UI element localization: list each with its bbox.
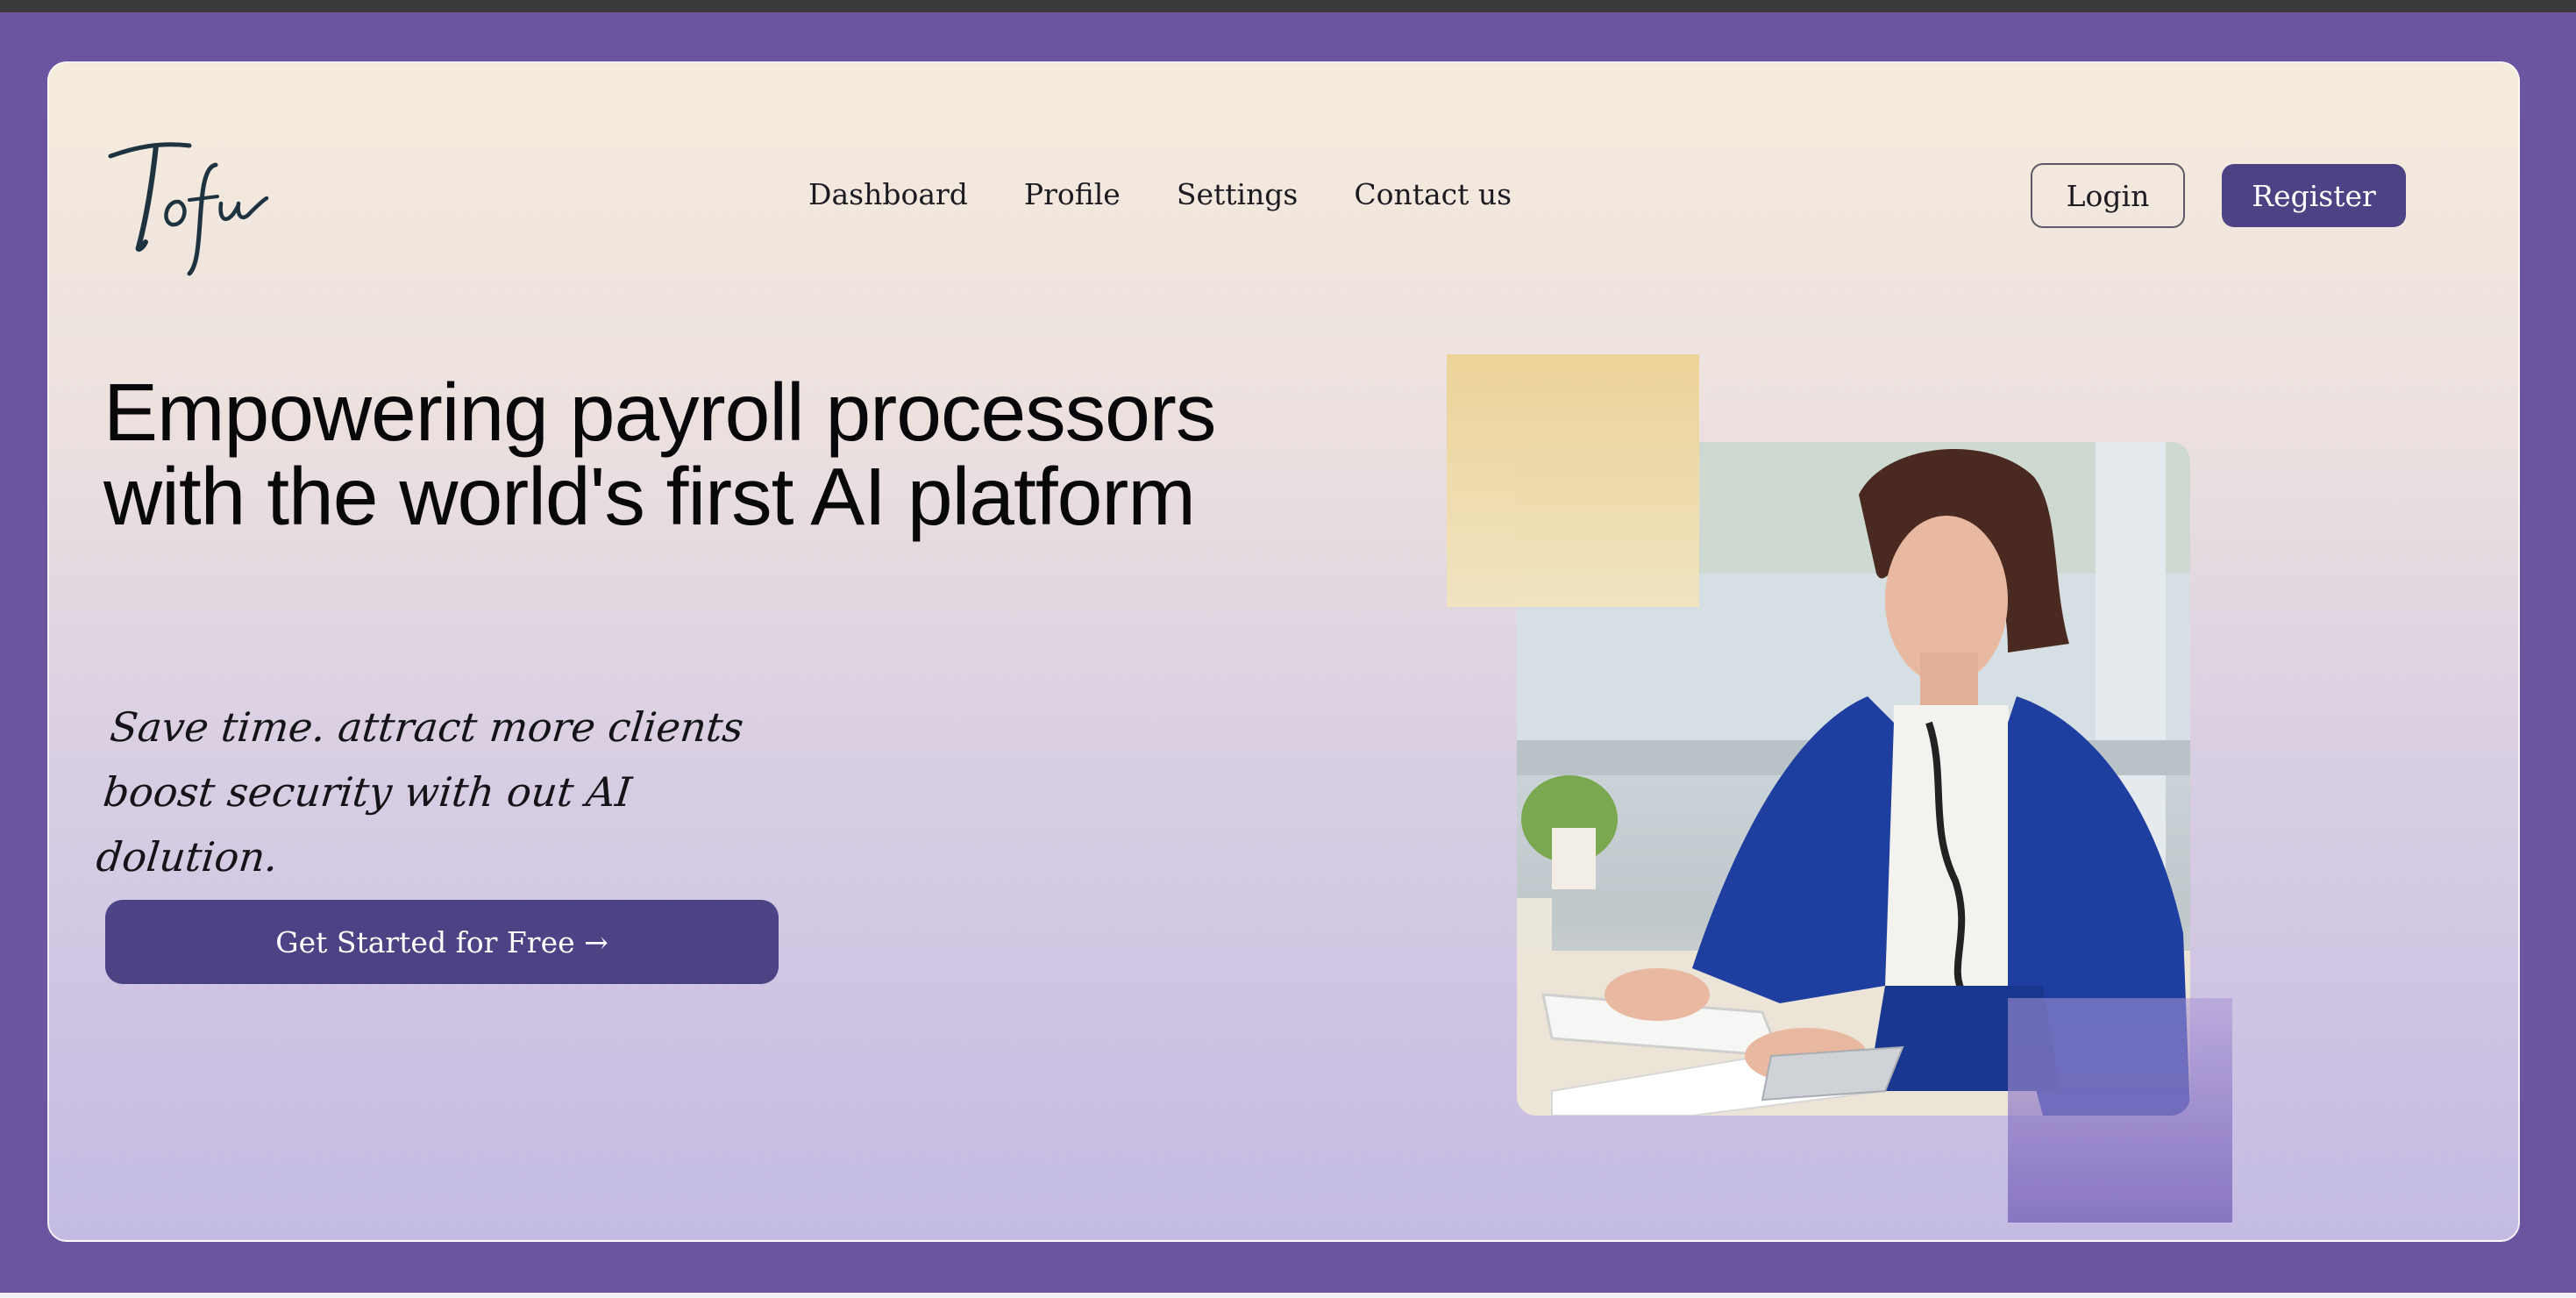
decorative-lavender-square [2008,998,2232,1223]
get-started-button[interactable]: Get Started for Free → [105,900,779,984]
decorative-gold-square [1447,354,1699,607]
nav-item-contact-us[interactable]: Contact us [1354,177,1512,211]
browser-top-bar [0,0,2576,12]
hero-headline: Empowering payroll processors with the w… [103,367,1216,542]
nav-item-dashboard[interactable]: Dashboard [808,177,968,211]
hero-tagline: Save time. attract more clients boost se… [94,703,746,881]
login-button[interactable]: Login [2031,163,2185,228]
bottom-edge [0,1293,2576,1298]
tofu-script-logo [108,142,269,276]
hero-card: Dashboard Profile Settings Contact us Lo… [47,61,2520,1242]
register-button[interactable]: Register [2222,164,2406,227]
nav-item-settings[interactable]: Settings [1177,177,1299,211]
main-nav: Dashboard Profile Settings Contact us [808,177,1512,211]
nav-item-profile[interactable]: Profile [1024,177,1121,211]
brand-logo[interactable] [105,126,281,284]
